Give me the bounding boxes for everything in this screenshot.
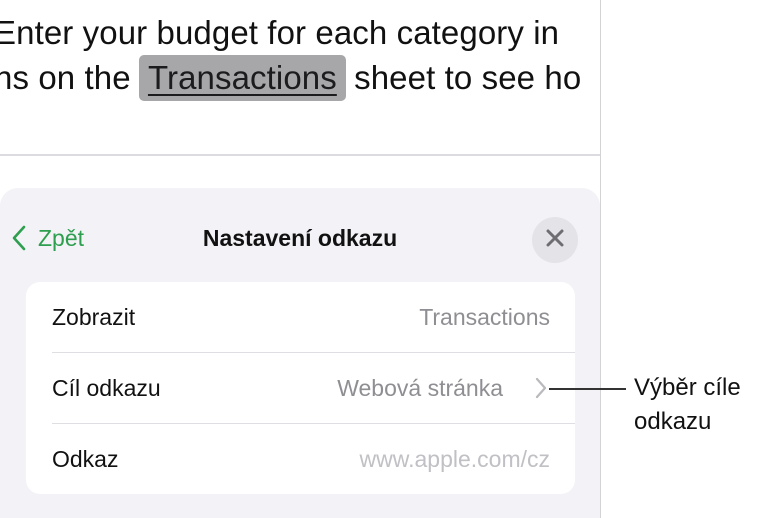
chevron-right-icon [535,377,547,404]
stage: Enter your budget for each category in n… [0,0,772,518]
close-icon [546,229,564,252]
selected-link-text[interactable]: Transactions [138,55,346,101]
row-display[interactable]: Zobrazit Transactions [26,282,575,352]
callout-line [549,388,626,390]
callout-label: Výběr cíle odkazu [634,371,741,439]
row-link-target-label: Cíl odkazu [52,374,161,401]
row-link[interactable]: Odkaz www.apple.com/cz [26,424,575,494]
callout-label-line-1: Výběr cíle [634,374,741,401]
link-settings-sheet: Zpět Nastavení odkazu Zobrazit Transacti… [0,188,600,518]
row-link-target-value: Webová stránka [337,374,503,401]
close-button[interactable] [532,217,578,263]
link-settings-list: Zobrazit Transactions Cíl odkazu Webová … [26,282,575,494]
document-text-before-link: ns on the [0,59,131,96]
row-link-value[interactable]: www.apple.com/cz [360,446,550,473]
device-edge [600,0,601,518]
document-text-line-1: Enter your budget for each category in [0,14,560,51]
device-screen: Enter your budget for each category in n… [0,0,600,518]
row-display-value[interactable]: Transactions [419,304,550,331]
divider [0,154,600,156]
row-link-label: Odkaz [52,445,119,472]
sheet-title: Nastavení odkazu [202,225,398,251]
row-link-target[interactable]: Cíl odkazu Webová stránka [26,353,575,423]
document-text-line-2: ns on the Transactions sheet to see ho [0,55,581,101]
document-text-after-link: sheet to see ho [354,59,582,96]
callout-label-line-2: odkazu [634,408,712,435]
row-display-label: Zobrazit [52,303,136,330]
